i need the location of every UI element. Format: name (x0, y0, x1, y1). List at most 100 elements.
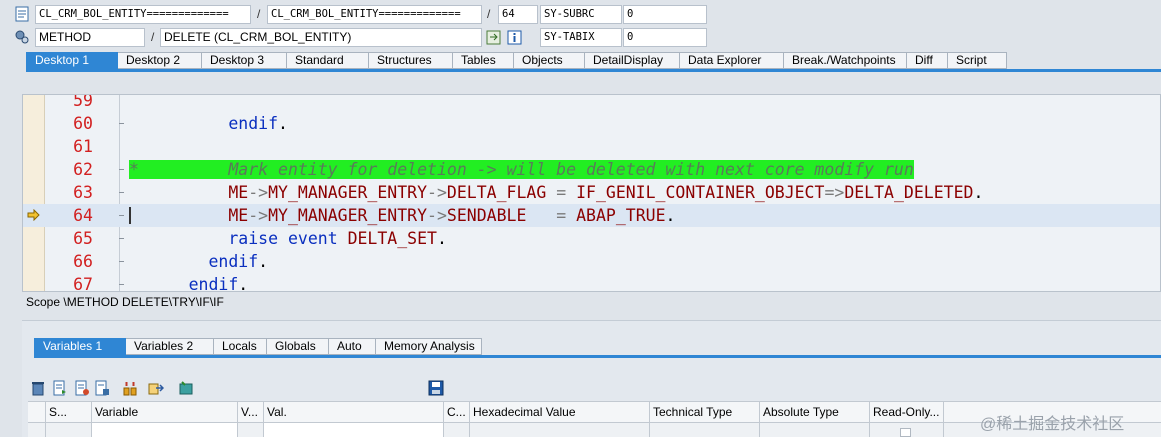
operator-token: -> (248, 206, 269, 225)
event-field[interactable]: DELETE (CL_CRM_BOL_ENTITY) (160, 28, 482, 47)
tab-script[interactable]: Script (948, 52, 1007, 69)
sysvar-value-tabix[interactable]: 0 (623, 28, 707, 47)
table-cell[interactable] (870, 423, 944, 437)
column-header[interactable]: Hexadecimal Value (470, 402, 650, 423)
table-cell[interactable] (264, 423, 444, 437)
code-line[interactable]: 60 endif. (23, 112, 1160, 135)
fold-marker (119, 215, 124, 216)
operator-token: . (278, 114, 288, 133)
table-cell[interactable] (92, 423, 238, 437)
table-cell[interactable] (444, 423, 470, 437)
table-cell[interactable] (760, 423, 870, 437)
tab-data-explorer[interactable]: Data Explorer (680, 52, 784, 69)
export-icon[interactable] (148, 380, 164, 396)
line-number: 64 (73, 206, 93, 225)
identifier-token: ABAP_TRUE (576, 206, 666, 225)
column-header[interactable]: Variable (92, 402, 238, 423)
code-line[interactable]: 64 ME->MY_MANAGER_ENTRY->SENDABLE = ABAP… (23, 204, 1160, 227)
code-line[interactable]: 59 (23, 95, 1160, 112)
tab-globals[interactable]: Globals (267, 338, 329, 355)
operator-token: = (556, 206, 567, 225)
header-row-program: CL_CRM_BOL_ENTITY============= / CL_CRM_… (0, 4, 1161, 26)
code-text: endif. (129, 112, 288, 135)
identifier-token: MY_MANAGER_ENTRY (268, 206, 428, 225)
tab-detaildisplay[interactable]: DetailDisplay (585, 52, 680, 69)
column-header[interactable]: V... (238, 402, 264, 423)
info-icon[interactable] (507, 30, 522, 45)
tab-structures[interactable]: Structures (369, 52, 453, 69)
tab-memory-analysis[interactable]: Memory Analysis (376, 338, 482, 355)
code-line[interactable]: 63 ME->MY_MANAGER_ENTRY->DELTA_FLAG = IF… (23, 181, 1160, 204)
identifier-token: ME (228, 183, 249, 202)
column-header[interactable]: S... (46, 402, 92, 423)
operator-token: -> (427, 183, 447, 202)
tab-variables-1[interactable]: Variables 1 (34, 338, 126, 355)
variables-tab-underline (34, 355, 1161, 358)
tab-standard[interactable]: Standard (287, 52, 369, 69)
sysvar-label-subrc[interactable]: SY-SUBRC (540, 5, 622, 24)
code-line[interactable]: 65 raise event DELTA_SET. (23, 227, 1160, 250)
type-field[interactable]: METHOD (35, 28, 145, 47)
read-only-checkbox[interactable] (900, 428, 911, 437)
table-cell[interactable] (238, 423, 264, 437)
column-header[interactable]: Val. (264, 402, 444, 423)
operator-token (526, 206, 556, 225)
list-save-icon[interactable] (94, 380, 110, 396)
column-header[interactable]: Technical Type (650, 402, 760, 423)
list-load-icon[interactable] (74, 380, 90, 396)
column-header[interactable]: C... (444, 402, 470, 423)
tab-objects[interactable]: Objects (514, 52, 585, 69)
transfer-icon[interactable] (122, 380, 138, 396)
code-line[interactable]: 66 endif. (23, 250, 1160, 273)
keyword-token: event (287, 229, 338, 248)
table-cell[interactable] (470, 423, 650, 437)
keyword-token: endif (228, 114, 279, 133)
operator-token: -> (427, 206, 447, 225)
column-header[interactable]: Absolute Type (760, 402, 870, 423)
identifier-token: DELTA_DELETED (844, 183, 974, 202)
line-number-field[interactable]: 64 (498, 5, 538, 24)
navigate-icon[interactable] (486, 30, 501, 45)
list-edit-icon[interactable] (52, 380, 68, 396)
code-line[interactable]: 62 * Mark entity for deletion -> will be … (23, 158, 1160, 181)
operator-token (566, 206, 576, 225)
table-cell[interactable] (46, 423, 92, 437)
tab-diff[interactable]: Diff (907, 52, 948, 69)
code-line[interactable]: 61 (23, 135, 1160, 158)
tab-tables[interactable]: Tables (453, 52, 514, 69)
current-statement-arrow-icon (27, 209, 40, 221)
row-selector[interactable] (28, 423, 46, 437)
program-field[interactable]: CL_CRM_BOL_ENTITY============= (35, 5, 251, 24)
tab-locals[interactable]: Locals (214, 338, 267, 355)
layout-icon[interactable] (178, 380, 194, 396)
operator-token: . (436, 229, 447, 248)
table-cell[interactable] (650, 423, 760, 437)
tab-desktop-1[interactable]: Desktop 1 (26, 52, 118, 69)
tab-auto[interactable]: Auto (329, 338, 376, 355)
source-code-editor[interactable]: 59 60 endif. 61 62 * Mark entity for deletio… (22, 94, 1161, 292)
save-icon[interactable] (428, 380, 444, 396)
column-header[interactable]: Read-Only... (870, 402, 944, 423)
separator: / (257, 7, 261, 21)
code-text: * Mark entity for deletion -> will be de… (129, 158, 914, 181)
tab-variables-2[interactable]: Variables 2 (126, 338, 214, 355)
sysvar-value-subrc[interactable]: 0 (623, 5, 707, 24)
operator-token: . (973, 183, 984, 202)
operator-token: . (665, 206, 676, 225)
desktop-tabbar: Desktop 1 Desktop 2 Desktop 3 Standard Struc… (26, 52, 1007, 69)
include-field[interactable]: CL_CRM_BOL_ENTITY============= (267, 5, 482, 24)
sysvar-label-tabix[interactable]: SY-TABIX (540, 28, 622, 47)
tab-desktop-2[interactable]: Desktop 2 (118, 52, 202, 69)
code-line[interactable]: 67 endif. (23, 273, 1160, 291)
identifier-token: ME (228, 206, 249, 225)
text-cursor (129, 207, 131, 224)
delete-icon[interactable] (30, 380, 46, 396)
row-selector-header[interactable] (28, 402, 46, 423)
fold-marker (119, 238, 124, 239)
tab-break-watchpoints[interactable]: Break./Watchpoints (784, 52, 907, 69)
tab-desktop-3[interactable]: Desktop 3 (202, 52, 287, 69)
